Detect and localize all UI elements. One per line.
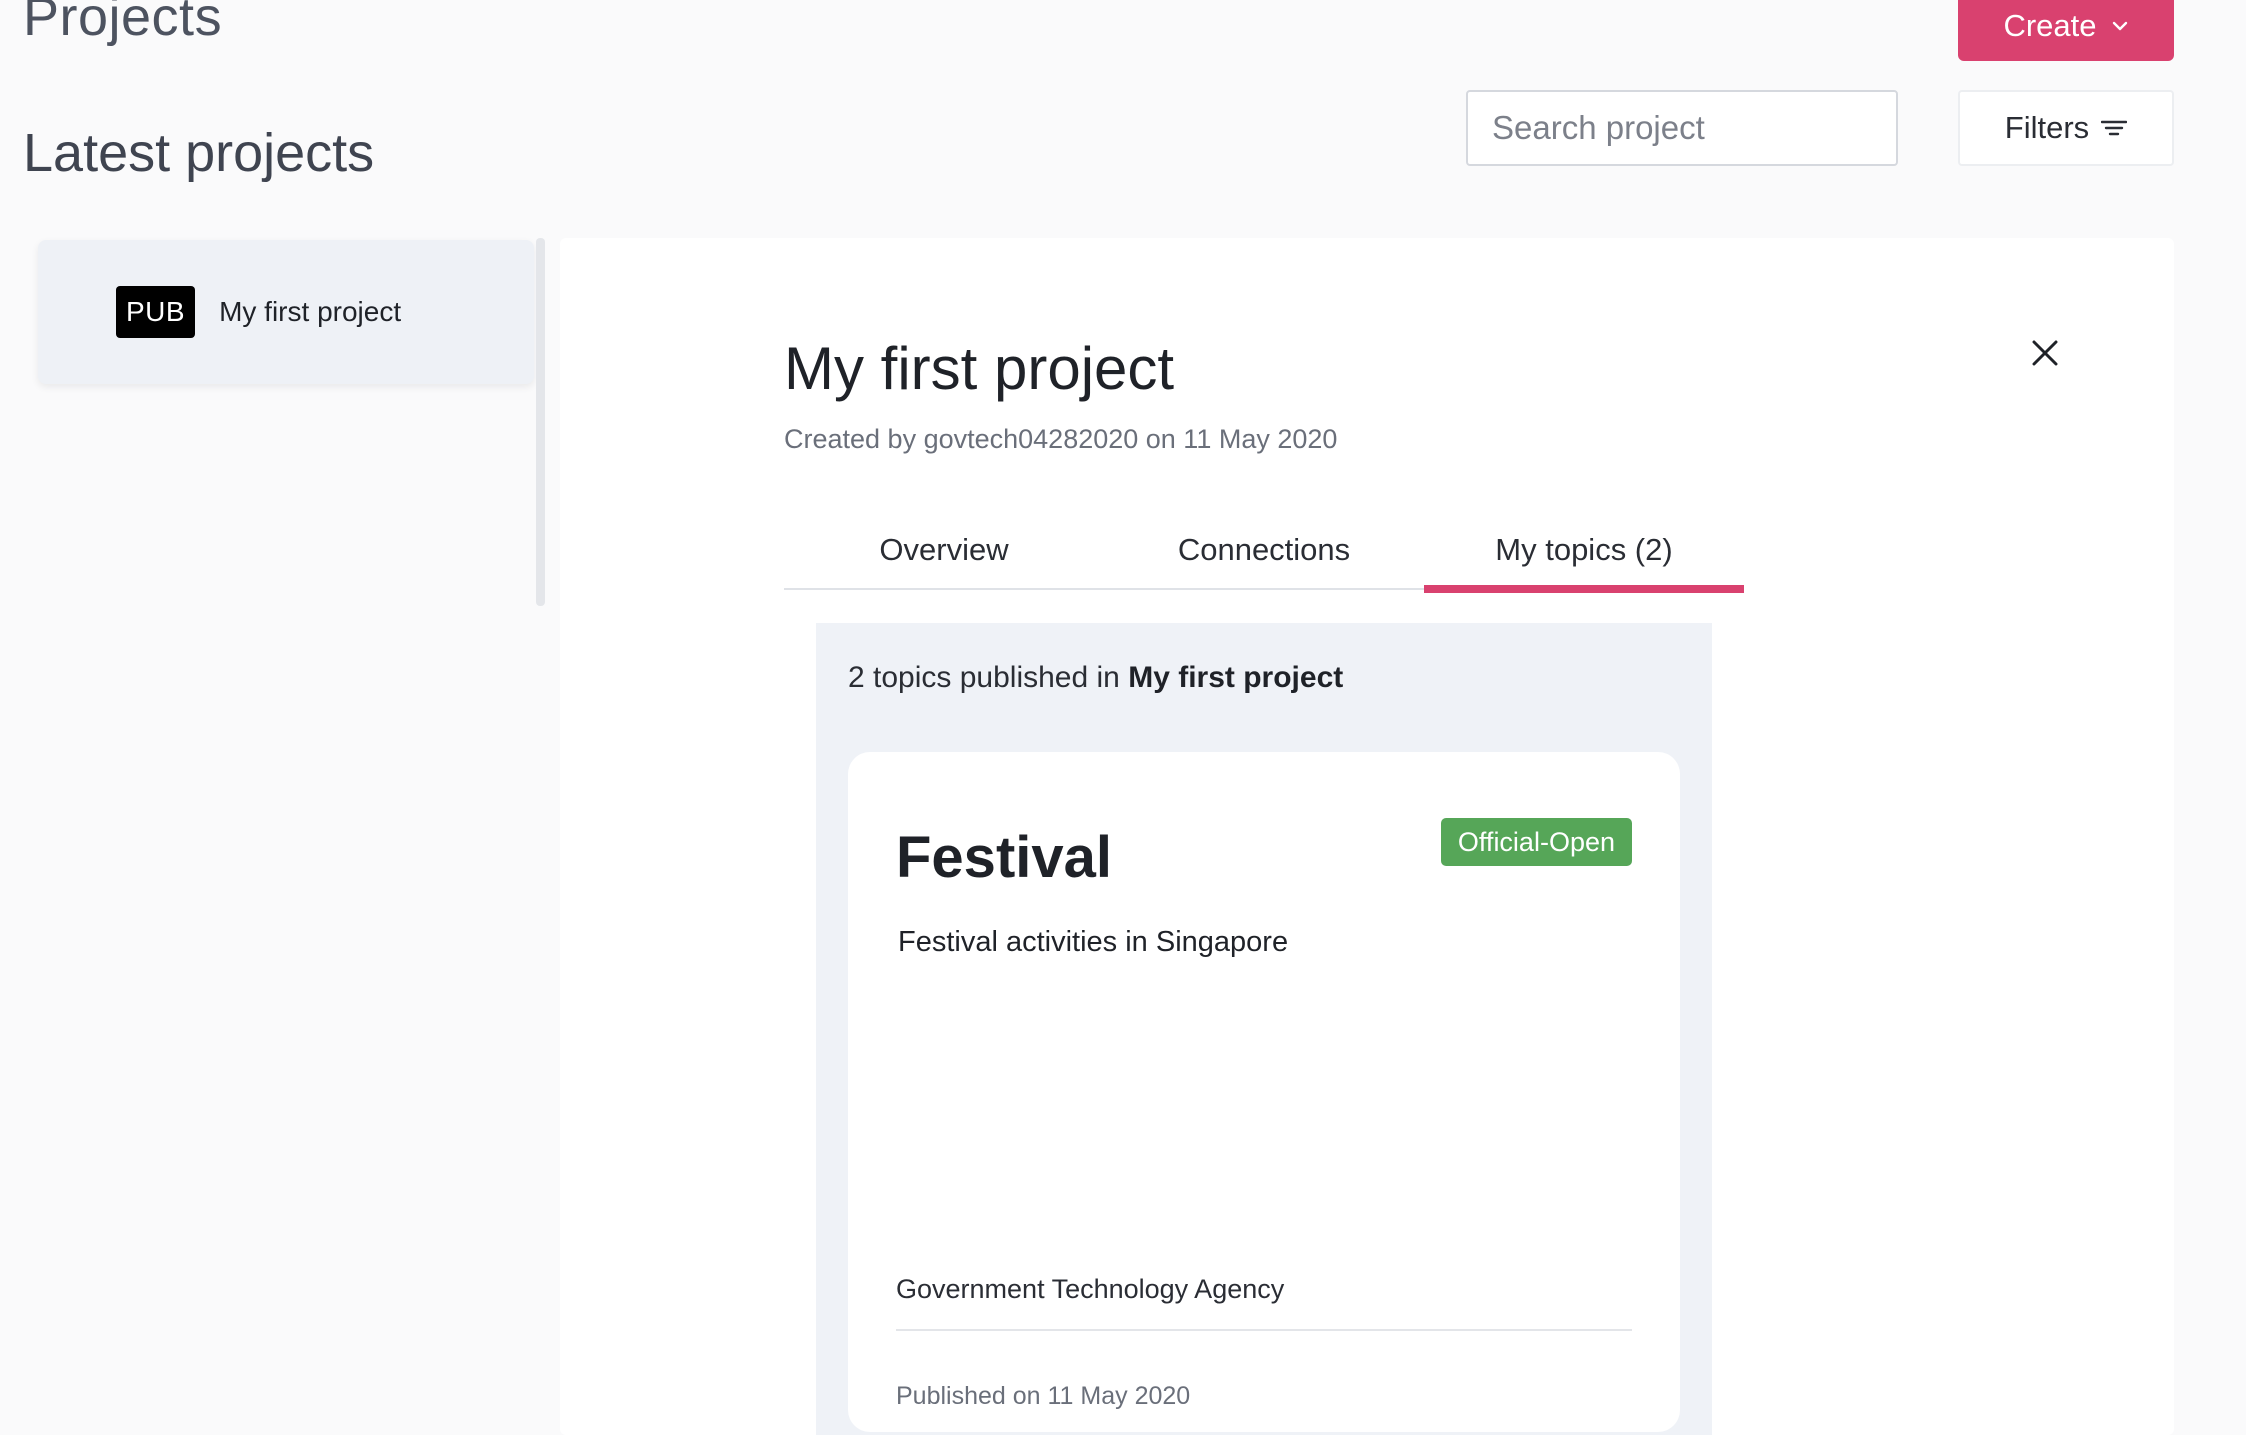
topic-title: Festival bbox=[896, 825, 1112, 890]
project-tabs: Overview Connections My topics (2) bbox=[784, 510, 1744, 593]
search-input[interactable] bbox=[1466, 90, 1898, 166]
section-title: Latest projects bbox=[23, 123, 375, 183]
topics-summary: 2 topics published in My first project bbox=[848, 661, 1343, 695]
close-button[interactable] bbox=[2025, 334, 2065, 374]
project-list-item[interactable]: PUB My first project bbox=[38, 240, 534, 384]
status-badge: Official-Open bbox=[1440, 818, 1632, 866]
create-button[interactable]: Create bbox=[1958, 0, 2174, 61]
topic-description: Festival activities in Singapore bbox=[898, 926, 1289, 958]
topic-published-date: Published on 11 May 2020 bbox=[896, 1382, 1191, 1410]
topic-agency: Government Technology Agency bbox=[896, 1274, 1285, 1304]
chevron-down-icon bbox=[2112, 21, 2127, 30]
project-title: My first project bbox=[784, 335, 1175, 402]
projects-page: Projects Create Latest projects Filters … bbox=[0, 0, 2246, 1435]
topics-summary-project: My first project bbox=[1128, 661, 1344, 694]
topics-area: 2 topics published in My first project F… bbox=[816, 623, 1712, 1435]
project-list: PUB My first project bbox=[38, 240, 534, 1435]
project-list-item-label: My first project bbox=[219, 296, 402, 327]
topic-card[interactable]: Festival Official-Open Festival activiti… bbox=[848, 752, 1680, 1432]
filter-icon bbox=[2101, 120, 2128, 136]
topic-divider bbox=[896, 1329, 1632, 1331]
filters-button[interactable]: Filters bbox=[1958, 90, 2174, 166]
filters-button-label: Filters bbox=[2004, 110, 2090, 145]
tab-my-topics[interactable]: My topics (2) bbox=[1424, 510, 1744, 593]
tab-connections[interactable]: Connections bbox=[1104, 510, 1424, 590]
project-list-scrollbar[interactable] bbox=[536, 238, 545, 606]
project-detail-panel: My first project Created by govtech04282… bbox=[560, 238, 2174, 1435]
topics-summary-prefix: 2 topics published in bbox=[848, 661, 1120, 694]
pub-badge: PUB bbox=[116, 286, 196, 338]
close-icon bbox=[2032, 340, 2058, 365]
tab-overview[interactable]: Overview bbox=[784, 510, 1104, 590]
project-meta: Created by govtech04282020 on 11 May 202… bbox=[784, 424, 1338, 454]
page-title: Projects bbox=[23, 0, 223, 47]
create-button-label: Create bbox=[2003, 7, 2097, 43]
